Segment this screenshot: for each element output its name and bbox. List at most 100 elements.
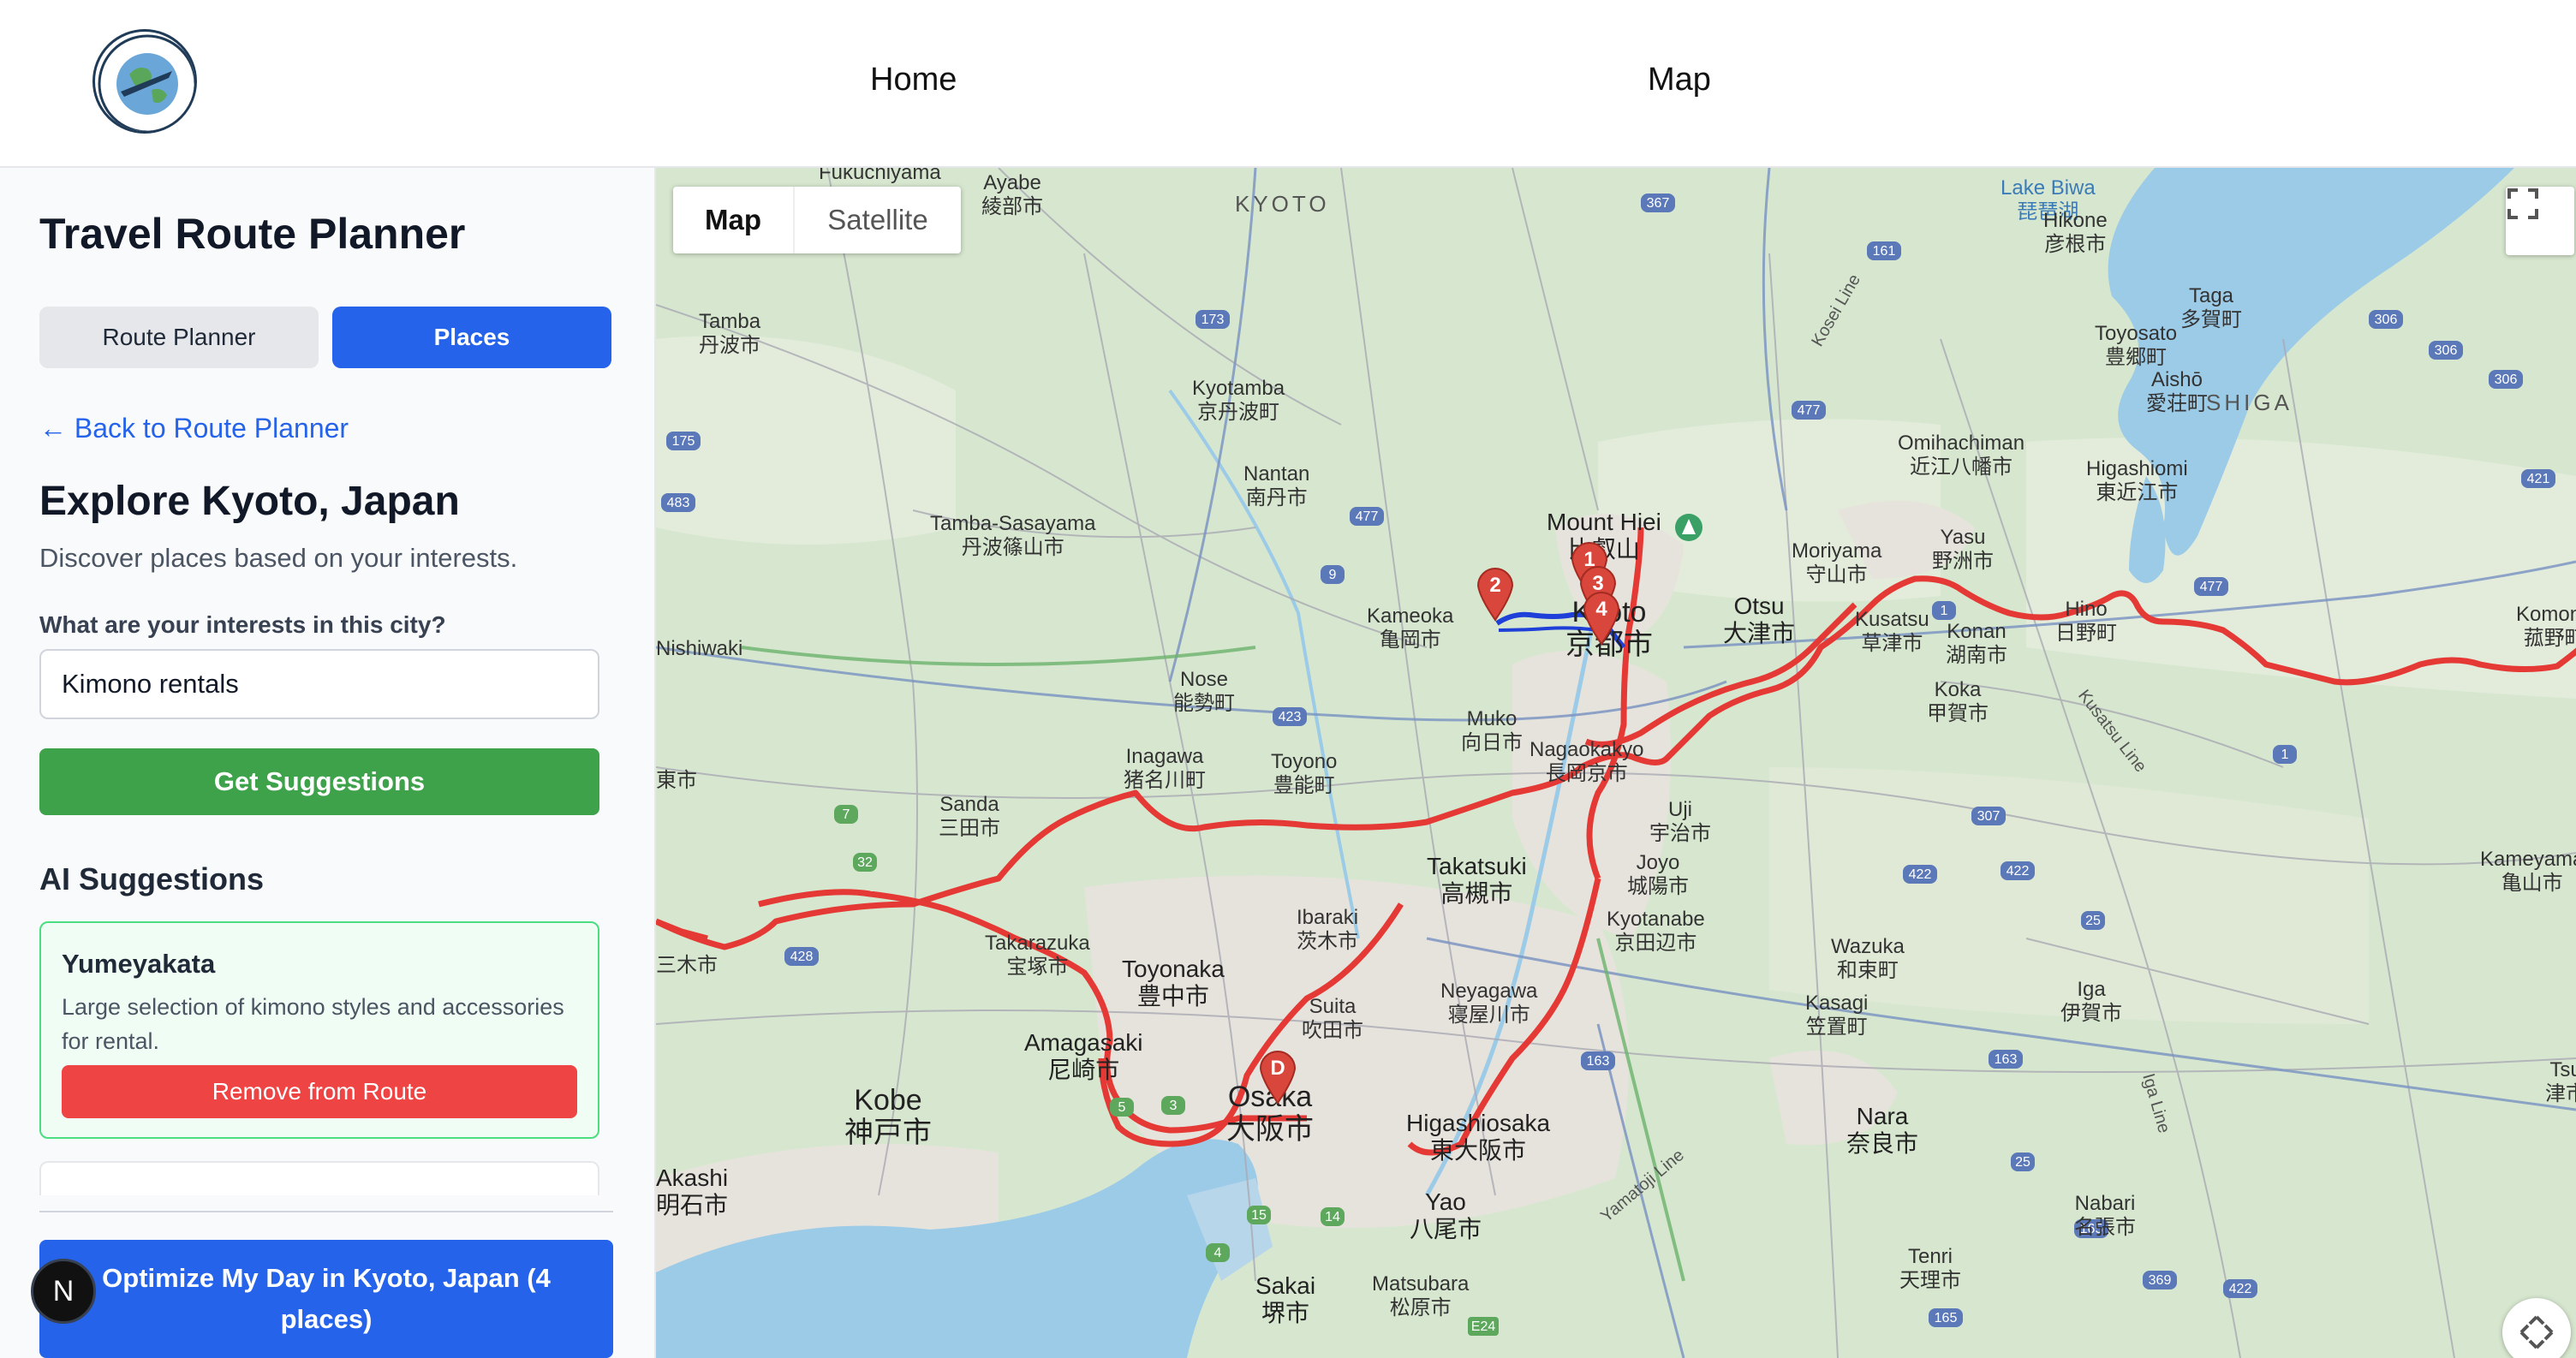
svg-text:421: 421 — [2527, 472, 2550, 486]
remove-from-route-button[interactable]: Remove from Route — [62, 1065, 577, 1118]
fullscreen-button[interactable] — [2506, 187, 2574, 255]
map-label-city: Hino 日野町 — [2055, 598, 2117, 645]
suggestion-card-partial — [39, 1161, 599, 1195]
svg-text:7: 7 — [843, 807, 850, 822]
suggestion-name: Yumeyakata — [62, 949, 216, 979]
map-label-city: Neyagawa 寝屋川市 — [1440, 980, 1538, 1027]
nav-map-link[interactable]: Map — [1648, 62, 1711, 98]
svg-text:306: 306 — [2375, 313, 2398, 327]
suggestion-card: Yumeyakata Large selection of kimono sty… — [39, 921, 599, 1139]
svg-text:477: 477 — [1356, 509, 1379, 524]
svg-text:1: 1 — [1941, 604, 1948, 618]
svg-text:367: 367 — [1647, 196, 1670, 211]
svg-text:428: 428 — [790, 950, 814, 964]
svg-text:175: 175 — [672, 434, 695, 449]
map-label-city: Higashiosaka 東大阪市 — [1406, 1110, 1551, 1164]
route-marker[interactable]: 4 — [1581, 591, 1622, 646]
svg-text:422: 422 — [1909, 867, 1932, 882]
svg-text:165: 165 — [1935, 1311, 1958, 1325]
optimize-day-button[interactable]: Optimize My Day in Kyoto, Japan (4 place… — [39, 1240, 613, 1358]
svg-text:1: 1 — [2281, 747, 2289, 762]
map-label-city: Toyosato 豊郷町 — [2095, 322, 2178, 369]
map-label-city: Kameyama 亀山市 — [2480, 848, 2576, 895]
svg-text:422: 422 — [2007, 864, 2030, 879]
map-label-city: Matsubara 松原市 — [1372, 1272, 1470, 1319]
svg-text:161: 161 — [1873, 244, 1896, 259]
map-label-city: Moriyama 守山市 — [1792, 539, 1882, 587]
map-label-city: Amagasaki 尼崎市 — [1024, 1029, 1143, 1083]
map-label-city: Toyono 豊能町 — [1271, 750, 1338, 797]
map-label-city: 東市 — [656, 769, 697, 792]
map-canvas[interactable]: 1 7 3 483 175 477 9 423 367 477 161 306 30… — [656, 168, 2576, 1358]
svg-text:25: 25 — [2085, 914, 2101, 928]
map-label-city: Ibaraki 茨木市 — [1297, 906, 1359, 953]
expand-arrows-icon — [2519, 1315, 2554, 1349]
map-camera-control[interactable] — [2502, 1298, 2571, 1358]
itinera-logo[interactable] — [92, 29, 197, 134]
map-label-city: Akashi 明石市 — [656, 1164, 729, 1218]
map-label-city: Tamba 丹波市 — [699, 310, 761, 357]
map-label-city: Nishiwaki — [656, 637, 743, 660]
svg-text:483: 483 — [667, 496, 690, 510]
map-label-city: Nara 奈良市 — [1846, 1103, 1919, 1157]
tab-places[interactable]: Places — [332, 307, 611, 368]
map-label-city: Kusatsu 草津市 — [1855, 608, 1929, 655]
map-label-city: Kyotamba 京丹波町 — [1192, 377, 1285, 424]
map-label-city: Kobe 神戸市 — [844, 1084, 932, 1149]
svg-text:163: 163 — [1587, 1054, 1610, 1069]
nav-home-link[interactable]: Home — [870, 62, 957, 98]
top-navbar: Home Map — [0, 0, 2576, 168]
map-label-city: Tenri 天理市 — [1899, 1245, 1961, 1292]
svg-text:477: 477 — [2200, 580, 2223, 594]
dev-tools-badge[interactable]: N — [31, 1259, 96, 1324]
map-label-city: Toyonaka 豊中市 — [1122, 956, 1225, 1010]
map-label-city: Koka 甲賀市 — [1927, 678, 1989, 725]
map-type-toggle: Map Satellite — [673, 187, 961, 253]
map-label-city: Ayabe 綾部市 — [981, 171, 1043, 218]
ai-suggestions-heading: AI Suggestions — [39, 861, 265, 896]
route-marker[interactable]: 2 — [1475, 567, 1516, 622]
suggestion-description: Large selection of kimono styles and acc… — [62, 994, 564, 1054]
tab-route-planner[interactable]: Route Planner — [39, 307, 319, 368]
map-label-city: Wazuka 和束町 — [1831, 935, 1905, 982]
map-label-city: Yao 八尾市 — [1410, 1188, 1482, 1242]
map-label-city: Aishō 愛荘町 — [2146, 368, 2208, 415]
map-label-city: 三木市 — [656, 954, 718, 977]
svg-text:307: 307 — [1977, 809, 2001, 824]
svg-text:E24: E24 — [1471, 1319, 1496, 1334]
svg-text:4: 4 — [1214, 1246, 1222, 1260]
page-title: Travel Route Planner — [39, 210, 466, 258]
divider — [39, 1211, 613, 1212]
svg-text:163: 163 — [1995, 1052, 2018, 1067]
map-label-city: Yasu 野洲市 — [1932, 526, 1994, 573]
get-suggestions-button[interactable]: Get Suggestions — [39, 748, 599, 815]
map-label-city: Kasagi 笠置町 — [1805, 992, 1869, 1039]
svg-text:369: 369 — [2149, 1273, 2172, 1288]
explore-title: Explore Kyoto, Japan — [39, 479, 460, 524]
svg-text:3: 3 — [1170, 1099, 1178, 1113]
svg-text:32: 32 — [857, 855, 873, 870]
destination-marker[interactable]: D — [1257, 1050, 1298, 1105]
svg-text:14: 14 — [1325, 1210, 1340, 1224]
explore-subtitle: Discover places based on your interests. — [39, 543, 518, 573]
svg-text:9: 9 — [1329, 568, 1337, 582]
map-label-city: Takarazuka 宝塚市 — [985, 932, 1090, 979]
back-to-route-planner-link[interactable]: ← Back to Route Planner — [39, 413, 349, 444]
map-label-city: Tamba-Sasayama 丹波篠山市 — [930, 512, 1096, 559]
map-label-city: Hikone 彦根市 — [2043, 209, 2108, 256]
map-type-map-button[interactable]: Map — [673, 187, 793, 253]
interests-input[interactable] — [39, 649, 599, 719]
map-label-city: Sanda 三田市 — [939, 793, 1000, 840]
map-label-city: Nabari 名張市 — [2074, 1192, 2136, 1239]
map-label-city: Inagawa 猪名川町 — [1124, 745, 1206, 792]
map-label-city: Nagaokakyo 長岡京市 — [1530, 738, 1644, 785]
svg-text:25: 25 — [2015, 1155, 2030, 1170]
map-label-city: Kameoka 亀岡市 — [1367, 605, 1454, 652]
map-label-city: Higashiomi 東近江市 — [2086, 457, 2188, 504]
map-label-city: Takatsuki 高槻市 — [1427, 853, 1527, 907]
svg-text:423: 423 — [1279, 710, 1302, 724]
fullscreen-icon — [2507, 188, 2538, 219]
map-type-satellite-button[interactable]: Satellite — [793, 187, 961, 253]
map-label-city: Komono菰野町 — [2516, 603, 2576, 650]
map-label-city: Nantan 南丹市 — [1243, 462, 1310, 509]
